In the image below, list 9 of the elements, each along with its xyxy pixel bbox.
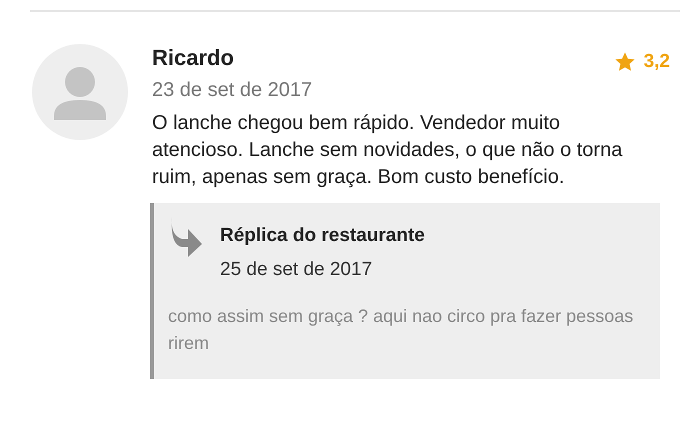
review-date: 23 de set de 2017 bbox=[152, 78, 312, 103]
reply-text: como assim sem graça ? aqui nao circo pra fazer pessoas rirem bbox=[168, 305, 634, 355]
rating-value: 3,2 bbox=[644, 50, 670, 74]
reply-date: 25 de set de 2017 bbox=[220, 258, 374, 282]
author-name: Ricardo bbox=[152, 44, 235, 72]
avatar-icon bbox=[32, 44, 128, 140]
review-text: O lanche chegou bem rápido. Vendedor muito atencioso. Lanche sem novidades, o que não o torna ruim, apenas sem graça. Bom custo benefício. bbox=[152, 111, 624, 190]
reply-title: Réplica do restaurante bbox=[220, 224, 425, 248]
star-icon bbox=[614, 51, 636, 74]
